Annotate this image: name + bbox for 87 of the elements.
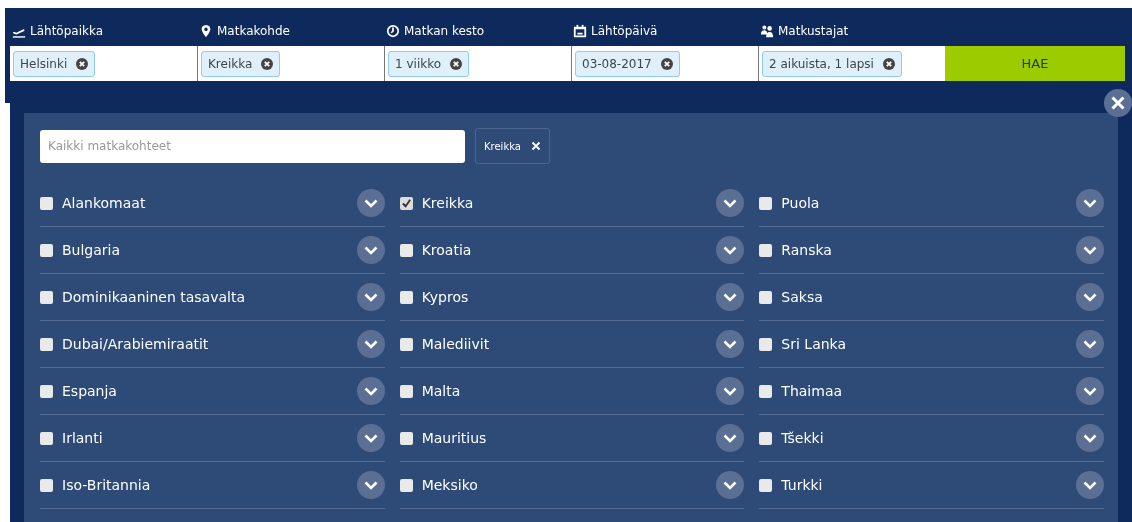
expand-icon[interactable] (1076, 377, 1104, 405)
people-icon (760, 24, 774, 38)
checkbox[interactable] (759, 196, 773, 210)
value-tag[interactable]: Kreikka (201, 50, 281, 77)
destination-name[interactable]: Espanja (62, 383, 348, 399)
expand-icon[interactable] (356, 283, 385, 311)
destination-name[interactable]: Sri Lanka (781, 336, 1067, 352)
checkbox[interactable] (759, 337, 773, 351)
value-tag[interactable]: Helsinki (13, 50, 96, 77)
destination-name[interactable]: Turkki (781, 477, 1067, 493)
destination-name[interactable]: Dominikaaninen tasavalta (62, 289, 348, 305)
expand-icon[interactable] (1076, 283, 1104, 311)
expand-icon[interactable] (716, 377, 745, 405)
destination-name[interactable]: Alankomaat (62, 195, 348, 211)
checkbox[interactable] (399, 290, 413, 304)
destination-name[interactable]: Malediivit (421, 336, 708, 352)
expand-icon[interactable] (1076, 424, 1104, 452)
field-label: Lähtöpaikka (30, 24, 104, 38)
calendar-icon (573, 24, 587, 38)
checkbox[interactable] (40, 290, 53, 304)
destination-name[interactable]: Iso-Britannia (62, 477, 348, 493)
remove-icon[interactable] (882, 57, 895, 70)
checkbox[interactable] (759, 384, 773, 398)
expand-icon[interactable] (356, 189, 385, 217)
destination-name[interactable]: Bulgaria (62, 242, 348, 258)
checkbox[interactable] (399, 478, 413, 492)
checkbox[interactable] (759, 243, 773, 257)
destination-name[interactable]: Tšekki (781, 430, 1067, 446)
expand-icon[interactable] (716, 189, 745, 217)
destination-name[interactable]: Dubai/Arabiemiraatit (62, 336, 348, 352)
checkbox[interactable] (759, 290, 773, 304)
remove-icon[interactable] (450, 57, 463, 70)
expand-icon[interactable] (356, 330, 385, 358)
destination-name[interactable]: Kypros (421, 289, 708, 305)
field-label: Matkustajat (778, 24, 849, 38)
checkbox[interactable] (40, 478, 53, 492)
expand-icon[interactable] (716, 424, 745, 452)
expand-icon[interactable] (716, 471, 745, 499)
field-label: Matkan kesto (404, 24, 485, 38)
selected-chip[interactable]: Kreikka (475, 128, 550, 164)
checkbox[interactable] (399, 431, 413, 445)
destination-name[interactable]: Kreikka (421, 195, 708, 211)
checkbox[interactable] (40, 384, 53, 398)
checkbox[interactable] (40, 243, 53, 257)
close-icon[interactable] (530, 141, 541, 151)
expand-icon[interactable] (356, 471, 385, 499)
destination-name[interactable]: Mauritius (421, 430, 708, 446)
remove-icon[interactable] (76, 57, 89, 70)
destination-name[interactable]: Ranska (781, 242, 1067, 258)
checkbox[interactable] (40, 196, 53, 210)
destination-name[interactable]: Saksa (781, 289, 1067, 305)
search-field[interactable]: Kaikki matkakohteet (40, 129, 465, 163)
expand-icon[interactable] (356, 377, 385, 405)
checkbox[interactable] (40, 431, 53, 445)
checkbox[interactable] (40, 337, 53, 351)
expand-icon[interactable] (716, 236, 745, 264)
remove-icon[interactable] (261, 57, 274, 70)
expand-icon[interactable] (1076, 236, 1104, 264)
destination-name[interactable]: Meksiko (421, 477, 708, 493)
remove-icon[interactable] (660, 57, 673, 70)
expand-icon[interactable] (356, 236, 385, 264)
checkbox[interactable] (399, 196, 413, 210)
pin-icon (199, 24, 213, 38)
value-tag[interactable]: 03-08-2017 (575, 50, 680, 77)
destination-name[interactable]: Kroatia (421, 242, 708, 258)
field-label: Lähtöpäivä (591, 24, 658, 38)
value-tag[interactable]: 2 aikuista, 1 lapsi (762, 50, 902, 77)
expand-icon[interactable] (716, 330, 745, 358)
clock-icon (386, 24, 400, 38)
destination-name[interactable]: Thaimaa (781, 383, 1067, 399)
checkbox[interactable] (399, 384, 413, 398)
expand-icon[interactable] (1076, 189, 1104, 217)
expand-icon[interactable] (356, 424, 385, 452)
field-label: Matkakohde (217, 24, 290, 38)
destination-name[interactable]: Malta (421, 383, 708, 399)
value-tag[interactable]: 1 viikko (388, 50, 470, 77)
close-icon[interactable] (1104, 89, 1132, 117)
expand-icon[interactable] (1076, 330, 1104, 358)
destination-name[interactable]: Puola (781, 195, 1067, 211)
expand-icon[interactable] (716, 283, 745, 311)
checkbox[interactable] (759, 431, 773, 445)
checkbox[interactable] (399, 337, 413, 351)
expand-icon[interactable] (1076, 471, 1104, 499)
checkbox[interactable] (759, 478, 773, 492)
checkbox[interactable] (399, 243, 413, 257)
search-button[interactable]: HAE (945, 46, 1125, 81)
destination-name[interactable]: Irlanti (62, 430, 348, 446)
